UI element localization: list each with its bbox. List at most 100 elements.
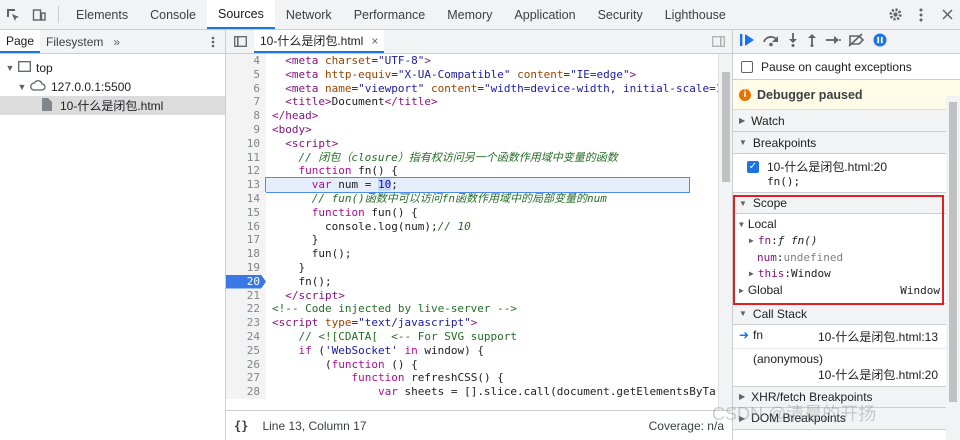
code-line: 9 <body> (226, 122, 718, 137)
code-line: 5 <meta http-equiv="X-UA-Compatible" con… (226, 67, 718, 82)
tab-network[interactable]: Network (275, 0, 343, 29)
scope-section-header[interactable]: ▼ Scope (733, 192, 960, 214)
call-stack-section-header[interactable]: ▼ Call Stack (733, 302, 960, 325)
code-editor: 10-什么是闭包.html × 4 <meta charset="UTF-8">… (226, 30, 732, 440)
code-line: 24 // <![CDATA[ <-- For SVG support (226, 329, 718, 344)
deactivate-breakpoints-icon[interactable] (848, 33, 866, 50)
tab-elements[interactable]: Elements (65, 0, 139, 29)
step-out-icon[interactable] (806, 33, 818, 50)
expanded-triangle-icon: ▼ (739, 198, 747, 208)
tree-item-file[interactable]: 10-什么是闭包.html (0, 96, 225, 115)
code-line: 25 if ('WebSocket' in window) { (226, 343, 718, 358)
breakpoint-marker[interactable]: 20 (226, 274, 266, 289)
code-line: 15 function fun() { (226, 205, 718, 220)
scope-local[interactable]: ▼ Local (733, 216, 960, 233)
file-icon (42, 97, 52, 114)
code-line: 26 (function () { (226, 357, 718, 372)
toggle-debugger-icon[interactable] (704, 30, 732, 53)
expanded-triangle-icon: ▼ (739, 309, 747, 318)
toggle-navigator-icon[interactable] (226, 30, 254, 53)
tab-filesystem[interactable]: Filesystem (40, 30, 109, 53)
close-tab-icon[interactable]: × (371, 34, 378, 48)
tree-label-top: top (36, 60, 53, 75)
cursor-position: Line 13, Column 17 (262, 418, 367, 433)
kebab-menu-icon[interactable] (908, 0, 934, 29)
breakpoints-section-header[interactable]: ▼ Breakpoints (733, 132, 960, 154)
code-line: 12 function fn() { (226, 164, 718, 179)
editor-status-bar: {} Line 13, Column 17 Coverage: n/a (226, 410, 732, 440)
scope-tree: ▼ Local ▶ fn: ƒ fn() num: undefined ▶ th… (733, 214, 960, 299)
gear-icon[interactable] (882, 0, 908, 29)
debugger-toolbar (733, 30, 960, 54)
tab-memory[interactable]: Memory (436, 0, 503, 29)
scope-var-num[interactable]: num: undefined (733, 249, 960, 266)
cloud-icon (30, 79, 46, 94)
inspect-element-icon[interactable] (0, 0, 26, 29)
scope-global[interactable]: ▶ Global Window (733, 282, 960, 299)
watch-section-header[interactable]: ▶ Watch (733, 110, 960, 132)
tree-item-top[interactable]: ▼ top (0, 58, 225, 77)
more-tabs-icon[interactable]: » (109, 30, 124, 53)
code-line: 16 console.log(num);// 10 (226, 219, 718, 234)
code-line: 11 // 闭包（closure）指有权访问另一个函数作用域中变量的函数 (226, 150, 718, 165)
close-icon[interactable] (934, 0, 960, 29)
step-over-icon[interactable] (762, 33, 780, 50)
device-toolbar-icon[interactable] (26, 0, 52, 29)
debugger-paused-banner: i Debugger paused (733, 80, 960, 110)
tab-application[interactable]: Application (503, 0, 586, 29)
frame-icon (18, 60, 31, 75)
resume-icon[interactable] (739, 33, 755, 50)
pause-on-exceptions-icon[interactable] (873, 33, 887, 50)
tab-console[interactable]: Console (139, 0, 207, 29)
navigator-menu-icon[interactable] (201, 30, 225, 53)
breakpoint-checkbox[interactable]: ✓ (747, 160, 759, 173)
code-view[interactable]: 4 <meta charset="UTF-8"> 5 <meta http-eq… (226, 54, 718, 412)
tab-page[interactable]: Page (0, 30, 41, 53)
expanded-triangle-icon: ▼ (739, 138, 747, 147)
breakpoint-line: 20 fn(); (226, 274, 718, 289)
current-frame-arrow-icon: ➜ (739, 327, 750, 342)
pause-caught-exceptions[interactable]: Pause on caught exceptions (733, 54, 960, 80)
tab-security[interactable]: Security (587, 0, 654, 29)
code-line: 19 } (226, 260, 718, 275)
expand-triangle-icon[interactable]: ▼ (16, 82, 28, 92)
collapsed-triangle-icon: ▶ (739, 285, 744, 295)
tab-sources[interactable]: Sources (206, 0, 275, 29)
code-line: 14 // fun()函数中可以访问fn函数作用域中的局部变量的num (226, 191, 718, 206)
scope-var-fn[interactable]: ▶ fn: ƒ fn() (733, 233, 960, 250)
debugger-scrollbar[interactable] (946, 96, 960, 440)
code-line: 4 <meta charset="UTF-8"> (226, 54, 718, 68)
editor-tab-label: 10-什么是闭包.html (260, 34, 364, 48)
scope-var-this[interactable]: ▶ this: Window (733, 266, 960, 283)
debugger-sidebar: Pause on caught exceptions i Debugger pa… (732, 30, 960, 440)
code-line: 8 </head> (226, 109, 718, 123)
editor-scrollbar[interactable] (718, 54, 732, 412)
scrollbar-thumb[interactable] (722, 72, 730, 182)
paused-text: Debugger paused (757, 87, 863, 102)
collapsed-triangle-icon: ▶ (749, 269, 754, 279)
code-line: 18 fun(); (226, 247, 718, 261)
call-frame[interactable]: ➜ fn 10-什么是闭包.html:13 (733, 325, 960, 348)
step-icon[interactable] (825, 34, 841, 49)
code-line: 22 <!-- Code injected by live-server --> (226, 302, 718, 317)
editor-tab-file[interactable]: 10-什么是闭包.html × (254, 30, 385, 53)
call-frame[interactable]: (anonymous) 10-什么是闭包.html:20 (733, 347, 960, 386)
devtools-toolbar: Elements Console Sources Network Perform… (0, 0, 960, 30)
step-into-icon[interactable] (787, 33, 799, 50)
code-line: 7 <title>Document</title> (226, 95, 718, 110)
toolbar-divider (58, 6, 59, 23)
file-navigator: Page Filesystem » ▼ top ▼ 127.0.0.1:5500 (0, 30, 226, 440)
tree-item-host[interactable]: ▼ 127.0.0.1:5500 (0, 77, 225, 96)
pause-caught-checkbox[interactable] (741, 60, 753, 73)
breakpoint-item[interactable]: ✓ 10-什么是闭包.html:20 fn(); (733, 154, 960, 192)
editor-tabs: 10-什么是闭包.html × (226, 30, 732, 54)
expand-triangle-icon[interactable]: ▼ (4, 63, 16, 73)
code-line: 28 var sheets = [].slice.call(document.g… (226, 385, 718, 399)
tab-performance[interactable]: Performance (343, 0, 437, 29)
code-line: 6 <meta name="viewport" content="width=d… (226, 81, 718, 96)
scrollbar-thumb[interactable] (949, 102, 957, 402)
collapsed-triangle-icon: ▶ (739, 116, 746, 125)
tab-lighthouse[interactable]: Lighthouse (654, 0, 737, 29)
breakpoint-code: fn(); (767, 175, 801, 188)
pretty-print-icon[interactable]: {} (234, 419, 248, 433)
